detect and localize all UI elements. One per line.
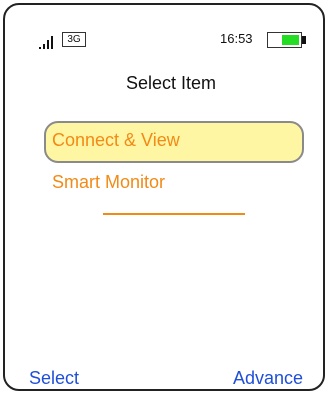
menu-item-smart-monitor[interactable]: Smart Monitor bbox=[52, 171, 165, 193]
signal-strength-icon bbox=[39, 36, 53, 49]
menu-item-connect-and-view[interactable]: Connect & View bbox=[52, 129, 180, 151]
network-type-indicator: 3G bbox=[62, 32, 86, 47]
advance-softkey[interactable]: Advance bbox=[233, 367, 303, 389]
menu-separator bbox=[103, 213, 245, 215]
status-time: 16:53 bbox=[220, 31, 253, 46]
page-title: Select Item bbox=[125, 73, 217, 93]
battery-icon bbox=[267, 32, 306, 48]
battery-level-fill bbox=[282, 35, 299, 45]
phone-screen: 3G 16:53 Select Item Connect & View Smar… bbox=[3, 3, 325, 391]
select-softkey[interactable]: Select bbox=[29, 367, 79, 389]
